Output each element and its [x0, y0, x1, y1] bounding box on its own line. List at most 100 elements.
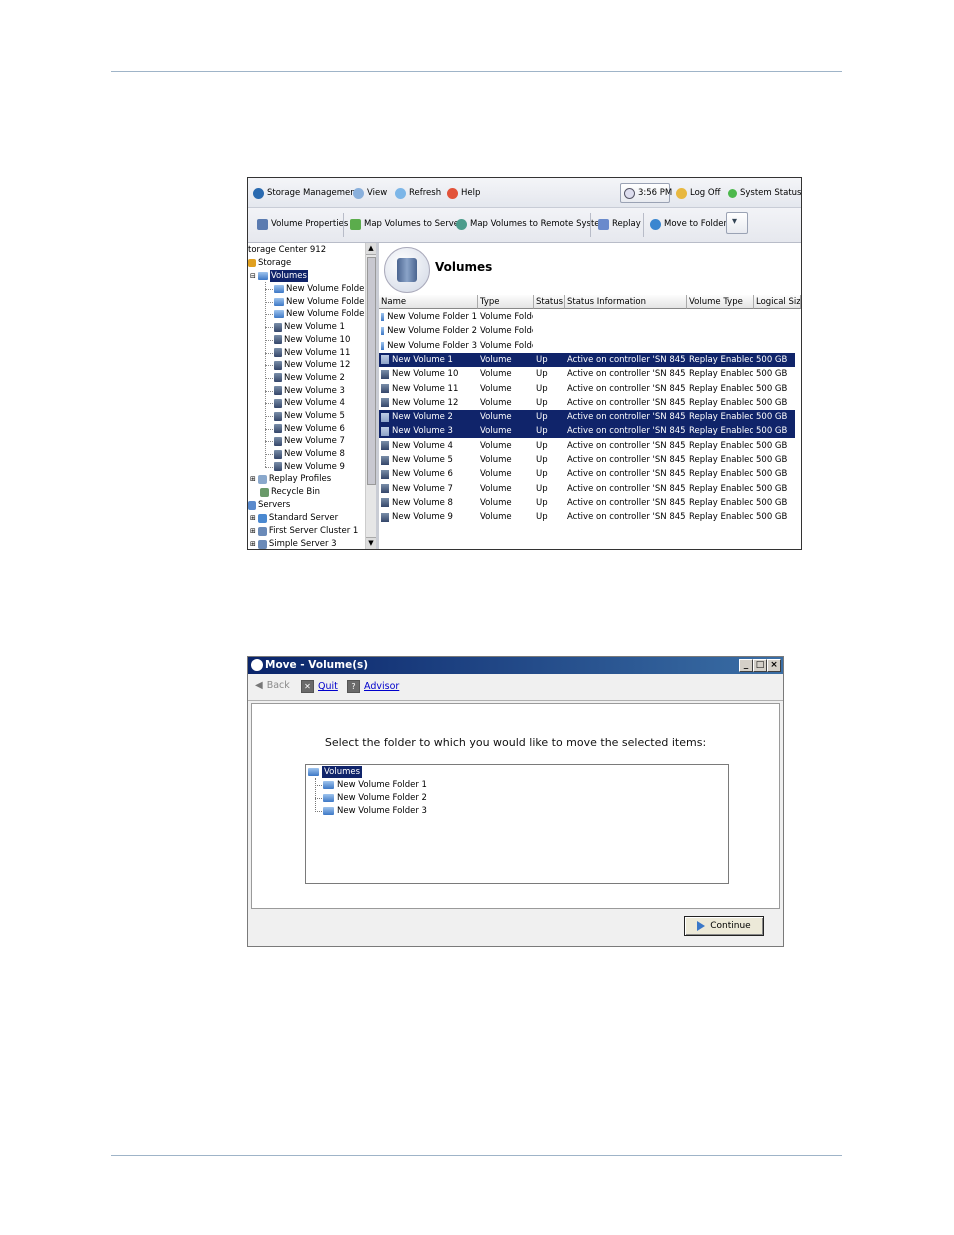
- scroll-down-icon[interactable]: ▼: [366, 537, 376, 549]
- table-cell: Volume: [480, 412, 512, 423]
- tree-storage-center[interactable]: torage Center 912: [248, 244, 326, 256]
- recycle-bin-icon: [260, 487, 269, 497]
- tree-servers[interactable]: Servers: [248, 499, 290, 511]
- folder-icon: [323, 794, 334, 802]
- table-row[interactable]: New Volume 9 Volume Up Active on controller…: [379, 510, 795, 524]
- table-cell: Active on controller 'SN 845': [567, 483, 686, 494]
- tree-volume-item[interactable]: New Volume 4: [274, 397, 345, 409]
- table-row[interactable]: New Volume 2 Volume Up Active on controller…: [379, 410, 795, 425]
- quit-button[interactable]: ✕ Quit: [301, 680, 338, 693]
- storage-management-menu[interactable]: Storage Management: [253, 186, 359, 200]
- table-row[interactable]: New Volume 1 Volume Up Active on controller…: [379, 352, 795, 367]
- tree-volume-item[interactable]: New Volume 8: [274, 448, 345, 460]
- column-header[interactable]: Volume Type: [687, 295, 754, 309]
- minimize-icon[interactable]: _: [739, 659, 753, 672]
- advisor-link[interactable]: Advisor: [364, 681, 399, 692]
- volume-icon: [381, 398, 389, 408]
- scroll-up-icon[interactable]: ▲: [366, 243, 376, 255]
- folder-tree-item[interactable]: New Volume Folder 2: [323, 792, 427, 804]
- dialog-navbar: ◀ Back ✕ Quit ? Advisor: [248, 675, 783, 701]
- table-row[interactable]: New Volume 8 Volume Up Active on controller…: [379, 496, 795, 510]
- continue-button[interactable]: Continue: [684, 916, 764, 936]
- tree-item-label: New Volume 8: [284, 449, 345, 460]
- table-cell: 500 GB: [756, 397, 788, 408]
- tree-replay-profiles[interactable]: ⊞ Replay Profiles: [250, 473, 331, 485]
- tree-server-item[interactable]: ⊞ Simple Server 3: [250, 538, 337, 549]
- close-icon[interactable]: ×: [767, 659, 781, 672]
- table-cell: Up: [536, 469, 548, 480]
- help-button[interactable]: Help: [447, 186, 480, 200]
- table-row[interactable]: New Volume 7 Volume Up Active on controller…: [379, 482, 795, 496]
- view-menu[interactable]: View: [353, 186, 387, 200]
- tree-volume-item[interactable]: New Volume 5: [274, 410, 345, 422]
- replay-button[interactable]: Replay: [598, 217, 641, 231]
- table-row[interactable]: New Volume 4 Volume Up Active on controller…: [379, 439, 795, 453]
- column-header[interactable]: Type: [478, 295, 534, 309]
- table-row[interactable]: New Volume 3 Volume Up Active on controller…: [379, 424, 795, 439]
- tree-recycle-bin[interactable]: Recycle Bin: [260, 486, 320, 498]
- table-cell: New Volume 9: [381, 510, 477, 524]
- table-cell: New Volume 3: [381, 424, 477, 438]
- map-volumes-to-server-button[interactable]: Map Volumes to Server: [350, 217, 463, 231]
- tree-scrollbar[interactable]: ▲ ▼: [365, 243, 376, 549]
- move-to-folder-button[interactable]: Move to Folder: [650, 217, 727, 231]
- table-row[interactable]: New Volume 11 Volume Up Active on controlle…: [379, 382, 795, 396]
- dialog-content-panel: Select the folder to which you would lik…: [251, 703, 780, 909]
- advisor-button[interactable]: ? Advisor: [347, 680, 399, 693]
- table-cell: Active on controller 'SN 845': [567, 369, 686, 380]
- tree-server-item[interactable]: ⊞ First Server Cluster 1: [250, 525, 358, 537]
- tree-volume-item[interactable]: New Volume Folder 1: [274, 283, 365, 295]
- column-header[interactable]: Status: [534, 295, 565, 309]
- table-cell: Up: [536, 426, 548, 437]
- table-cell: Replay Enabled: [689, 354, 753, 365]
- maximize-icon[interactable]: □: [753, 659, 767, 672]
- table-row[interactable]: New Volume 6 Volume Up Active on controller…: [379, 467, 795, 481]
- tree-connector: [265, 314, 273, 316]
- map-volumes-to-remote-button[interactable]: Map Volumes to Remote System: [456, 217, 608, 231]
- folder-tree-root[interactable]: Volumes: [308, 766, 363, 778]
- tree-volume-item[interactable]: New Volume 7: [274, 435, 345, 447]
- folder-tree-item[interactable]: New Volume Folder 1: [323, 779, 427, 791]
- cell-text: New Volume Folder 2: [387, 326, 477, 337]
- column-header[interactable]: Name: [379, 295, 478, 309]
- table-cell: Replay Enabled: [689, 512, 753, 523]
- table-row[interactable]: New Volume 10 Volume Up Active on controlle…: [379, 367, 795, 381]
- volume-properties-button[interactable]: Volume Properties: [257, 217, 348, 231]
- toolbar-dropdown-button[interactable]: ▾: [726, 212, 748, 234]
- tree-volume-item[interactable]: New Volume 1: [274, 321, 345, 333]
- tree-item-label: Simple Server 3: [268, 539, 337, 549]
- volume-icon: [381, 369, 389, 379]
- tree-volume-item[interactable]: New Volume Folder 3: [274, 308, 365, 320]
- tree-server-item[interactable]: ⊞ Standard Server: [250, 512, 338, 524]
- quit-link[interactable]: Quit: [318, 681, 338, 692]
- tree-connector: [315, 778, 317, 812]
- table-row[interactable]: New Volume Folder 2Volume Folder: [379, 324, 795, 338]
- scroll-thumb[interactable]: [367, 257, 376, 485]
- table-row[interactable]: New Volume 5 Volume Up Active on controller…: [379, 453, 795, 467]
- replay-profiles-icon: [257, 474, 267, 484]
- column-header[interactable]: Logical Siz: [754, 295, 801, 309]
- log-off-button[interactable]: Log Off: [676, 186, 720, 200]
- system-status-button[interactable]: System Status: [728, 186, 801, 200]
- folder-tree-item[interactable]: New Volume Folder 3: [323, 805, 427, 817]
- tree-volume-item[interactable]: New Volume Folder 2: [274, 296, 365, 308]
- tree-volumes[interactable]: ⊟ Volumes: [250, 270, 308, 282]
- tree-volume-item[interactable]: New Volume 10: [274, 334, 350, 346]
- table-row[interactable]: New Volume Folder 1Volume Folder: [379, 310, 795, 324]
- table-row[interactable]: New Volume 12 Volume Up Active on controlle…: [379, 396, 795, 410]
- table-row[interactable]: New Volume Folder 3Volume Folder: [379, 339, 795, 353]
- tree-storage[interactable]: Storage: [248, 257, 291, 269]
- tree-volume-item[interactable]: New Volume 3: [274, 385, 345, 397]
- tree-volume-item[interactable]: New Volume 9: [274, 461, 345, 473]
- tree-volume-item[interactable]: New Volume 6: [274, 423, 345, 435]
- tree-connector: [265, 377, 273, 379]
- tree-connector: [265, 365, 273, 367]
- refresh-button[interactable]: Refresh: [395, 186, 441, 200]
- column-header[interactable]: Status Information: [565, 295, 687, 309]
- back-button[interactable]: ◀ Back: [255, 680, 290, 691]
- header-rule: [111, 71, 842, 72]
- tree-connector: [265, 289, 273, 290]
- tree-volume-item[interactable]: New Volume 11: [274, 347, 350, 359]
- tree-volume-item[interactable]: New Volume 2: [274, 372, 345, 384]
- tree-volume-item[interactable]: New Volume 12: [274, 359, 350, 371]
